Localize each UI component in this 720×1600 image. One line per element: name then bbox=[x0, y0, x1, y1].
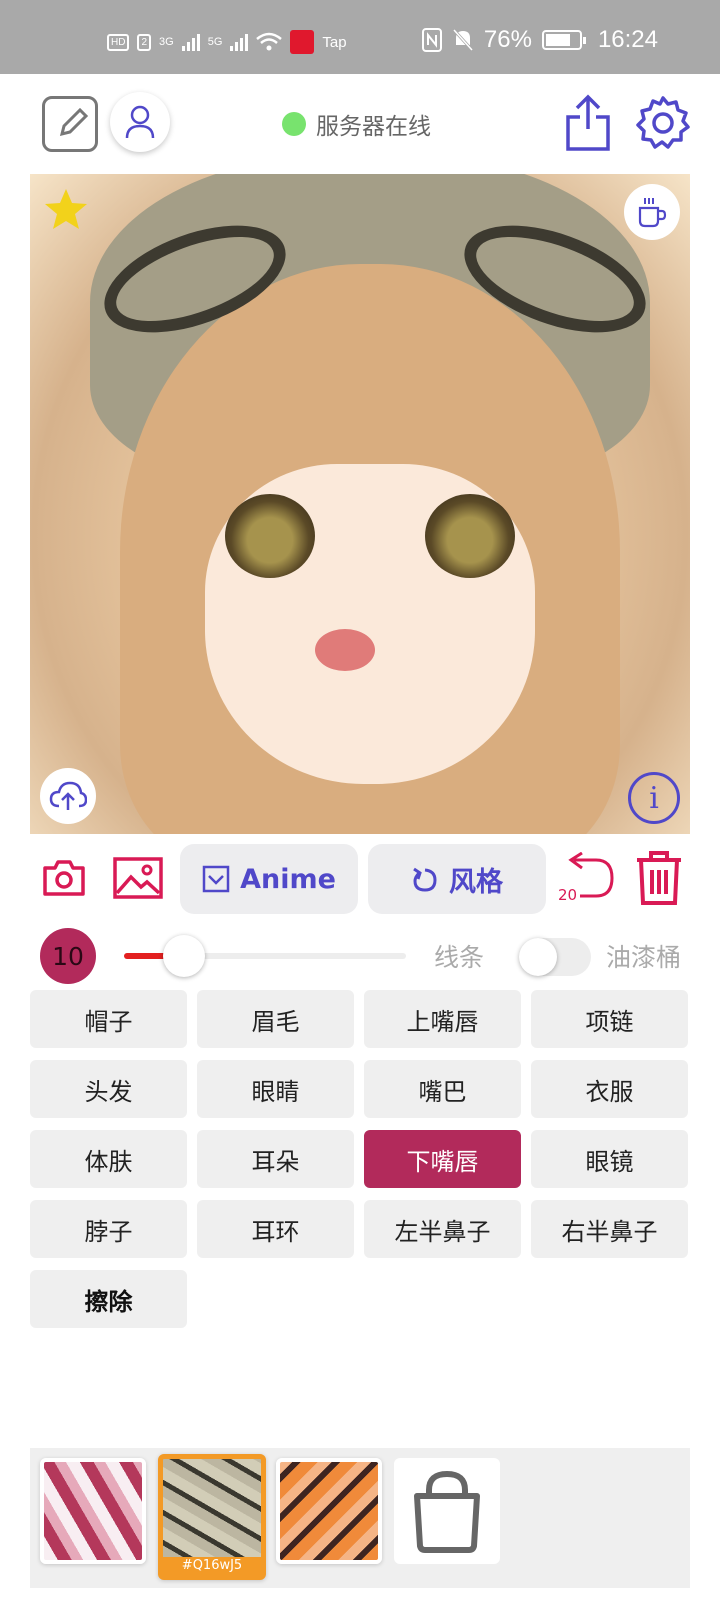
tool-bar: Anime 风格 20 bbox=[0, 840, 720, 920]
part-button[interactable]: 帽子 bbox=[30, 990, 187, 1048]
user-icon bbox=[125, 105, 155, 139]
shopping-bag-icon bbox=[414, 1470, 480, 1553]
part-button[interactable]: 嘴巴 bbox=[364, 1060, 521, 1118]
artwork-eye-left bbox=[225, 494, 315, 578]
coffee-cup-icon bbox=[638, 198, 667, 228]
camera-icon bbox=[43, 860, 85, 896]
cloud-upload-icon bbox=[49, 781, 87, 810]
coffee-button[interactable] bbox=[624, 184, 680, 240]
signal-icon bbox=[181, 33, 200, 51]
part-button[interactable]: 眉毛 bbox=[197, 990, 354, 1048]
slider-thumb[interactable] bbox=[163, 935, 206, 977]
status-left: HD 2 3G 5G Tap bbox=[107, 30, 347, 54]
part-button[interactable]: 擦除 bbox=[30, 1270, 187, 1328]
part-button[interactable]: 上嘴唇 bbox=[364, 990, 521, 1048]
sim-badge: 2 bbox=[137, 33, 152, 51]
part-button[interactable]: 体肤 bbox=[30, 1130, 187, 1188]
swatch-selected[interactable]: #Q16wJ5 bbox=[158, 1454, 266, 1580]
status-bar: HD 2 3G 5G Tap 76% 16:24 bbox=[0, 0, 720, 74]
network-type-2: 5G bbox=[207, 36, 223, 48]
signal-icon-2 bbox=[230, 33, 249, 51]
favorite-button[interactable] bbox=[42, 186, 90, 234]
refresh-icon bbox=[413, 867, 437, 892]
part-button[interactable]: 右半鼻子 bbox=[531, 1200, 688, 1258]
clock: 16:24 bbox=[597, 26, 658, 53]
artwork-mouth bbox=[315, 629, 375, 671]
hd-badge: HD bbox=[107, 33, 130, 51]
artwork-eye-right bbox=[425, 494, 515, 578]
part-button[interactable]: 衣服 bbox=[531, 1060, 688, 1118]
brush-size-slider[interactable] bbox=[124, 935, 406, 977]
star-icon bbox=[45, 189, 87, 229]
info-button[interactable]: i bbox=[628, 772, 680, 824]
share-button[interactable] bbox=[562, 92, 614, 154]
part-button[interactable]: 耳环 bbox=[197, 1200, 354, 1258]
gallery-button[interactable] bbox=[112, 854, 164, 902]
part-button[interactable]: 头发 bbox=[30, 1060, 187, 1118]
trash-icon bbox=[637, 851, 681, 905]
share-icon bbox=[566, 94, 610, 151]
part-button[interactable]: 眼睛 bbox=[197, 1060, 354, 1118]
style-label: 风格 bbox=[449, 866, 503, 898]
server-status-label: 服务器在线 bbox=[316, 114, 431, 140]
status-dot bbox=[282, 112, 306, 136]
brush-controls: 10 线条 油漆桶 bbox=[0, 924, 720, 984]
anime-button[interactable]: Anime bbox=[180, 844, 358, 914]
part-button[interactable]: 脖子 bbox=[30, 1200, 187, 1258]
status-right: 76% 16:24 bbox=[421, 26, 658, 54]
image-icon bbox=[113, 857, 163, 899]
brush-size-badge[interactable]: 10 bbox=[40, 928, 96, 984]
style-button[interactable]: 风格 bbox=[368, 844, 546, 914]
mute-icon bbox=[452, 28, 474, 52]
swatch-orange-texture[interactable] bbox=[276, 1458, 382, 1564]
battery-icon bbox=[541, 30, 586, 50]
swatch-texture bbox=[163, 1459, 261, 1557]
part-button[interactable]: 眼镜 bbox=[531, 1130, 688, 1188]
app-header: 服务器在线 bbox=[0, 74, 720, 174]
undo-count: 20 bbox=[558, 886, 578, 904]
tap-label: Tap bbox=[322, 33, 347, 51]
pencil-icon bbox=[59, 107, 89, 137]
part-selector-grid: 帽子 眉毛 上嘴唇 项链头发 眼睛 嘴巴 衣服体肤 耳朵 下嘴唇 眼镜脖子 耳环 左半鼻子 右半鼻子擦除 bbox=[30, 990, 690, 1328]
lines-label: 线条 bbox=[434, 943, 485, 972]
swatch-pink-texture[interactable] bbox=[40, 1458, 146, 1564]
shop-button[interactable] bbox=[394, 1458, 500, 1564]
camera-button[interactable] bbox=[40, 854, 88, 902]
user-button[interactable] bbox=[110, 92, 170, 152]
wifi-icon bbox=[256, 32, 283, 51]
battery-percent: 76% bbox=[483, 26, 532, 53]
part-button[interactable]: 左半鼻子 bbox=[364, 1200, 521, 1258]
upload-button[interactable] bbox=[40, 768, 96, 824]
nfc-icon bbox=[421, 28, 442, 52]
toggle-knob bbox=[519, 938, 557, 976]
swatch-code: #Q16wJ5 bbox=[181, 1558, 243, 1573]
part-button[interactable]: 项链 bbox=[531, 990, 688, 1048]
drawing-canvas[interactable]: i bbox=[30, 174, 690, 834]
app-notification-icon bbox=[290, 30, 315, 54]
paint-bucket-label: 油漆桶 bbox=[606, 943, 682, 972]
anime-label: Anime bbox=[240, 863, 336, 895]
edit-button[interactable] bbox=[42, 96, 98, 152]
paint-bucket-toggle[interactable] bbox=[519, 938, 591, 976]
info-icon: i bbox=[649, 780, 659, 816]
settings-button[interactable] bbox=[634, 94, 692, 152]
part-button[interactable]: 下嘴唇 bbox=[364, 1130, 521, 1188]
checkbox-icon bbox=[202, 865, 230, 893]
delete-button[interactable] bbox=[632, 848, 686, 908]
network-type-1: 3G bbox=[159, 36, 174, 48]
server-status: 服务器在线 bbox=[282, 107, 431, 141]
gear-icon bbox=[636, 96, 690, 149]
texture-swatch-bar: #Q16wJ5 bbox=[30, 1448, 690, 1588]
part-button[interactable]: 耳朵 bbox=[197, 1130, 354, 1188]
